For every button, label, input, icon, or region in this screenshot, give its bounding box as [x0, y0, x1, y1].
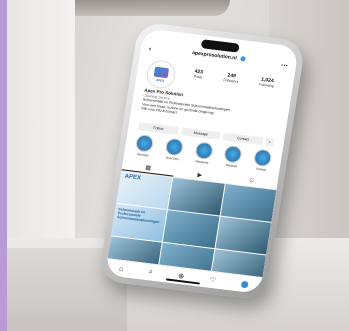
post-thumbnail[interactable] [168, 177, 225, 216]
stat-followers[interactable]: 249 Followers [223, 72, 239, 84]
accent-bar [0, 0, 7, 331]
post-thumbnail[interactable]: Schoonmaak en Professionele Schoonmaakop… [111, 203, 168, 242]
left-wall [7, 0, 75, 250]
back-icon[interactable]: ‹ [148, 46, 151, 53]
search-icon[interactable]: ⌕ [148, 268, 153, 276]
tagged-icon: ☺ [247, 177, 255, 185]
promo-brand: APEX [124, 173, 142, 182]
highlight-label: Contact [255, 166, 267, 172]
grid-icon: ▦ [144, 165, 152, 172]
post-thumbnail[interactable]: APEX [116, 171, 173, 210]
stat-posts-label: Posts [193, 74, 203, 80]
profile-icon[interactable] [240, 280, 249, 288]
more-icon[interactable]: ⋯ [280, 61, 288, 70]
verified-icon [239, 56, 246, 62]
highlight-label: Reviews [225, 162, 238, 169]
highlight-cover [223, 144, 243, 164]
follow-button[interactable]: Follow [138, 122, 179, 135]
contact-button[interactable]: Contact [222, 132, 264, 146]
stat-following-label: Following [258, 82, 275, 89]
post-thumbnail[interactable] [215, 216, 272, 255]
highlight-item[interactable]: Reviews [221, 144, 245, 169]
highlight-cover [252, 148, 273, 168]
promo-text: Schoonmaak en Professionele Schoonmaakop… [116, 207, 160, 225]
highlight-item[interactable]: Services [132, 133, 156, 158]
add-user-button[interactable]: + [265, 137, 275, 147]
reels-icon: ▶ [196, 172, 203, 179]
post-thumbnail[interactable] [163, 210, 220, 249]
stat-followers-label: Followers [223, 78, 239, 84]
highlight-label: Vacatures [194, 159, 209, 165]
highlight-item[interactable]: Contact [250, 148, 274, 172]
avatar-brand: APEX [155, 77, 165, 83]
highlight-cover [134, 133, 155, 153]
highlight-label: Services [136, 152, 149, 158]
heart-icon[interactable]: ♡ [209, 276, 216, 285]
highlight-label: Over Ons [165, 155, 179, 162]
highlight-item[interactable]: Over Ons [162, 137, 186, 161]
avatar[interactable]: APEX [144, 58, 178, 90]
stat-following[interactable]: 1,024 Following [259, 77, 275, 89]
highlight-cover [193, 141, 214, 161]
shadow [60, 0, 230, 16]
message-button[interactable]: Message [180, 127, 222, 141]
highlight-cover [164, 137, 184, 157]
background-scene: ‹ apexprosolution.nl ⋯ APEX 423 Posts 24… [0, 0, 349, 331]
post-thumbnail[interactable] [220, 184, 277, 222]
stat-posts[interactable]: 423 Posts [193, 69, 203, 80]
highlight-item[interactable]: Vacatures [191, 141, 215, 165]
logo-icon [153, 66, 170, 78]
home-icon[interactable]: ⌂ [118, 265, 123, 272]
dynamic-island [200, 39, 240, 53]
